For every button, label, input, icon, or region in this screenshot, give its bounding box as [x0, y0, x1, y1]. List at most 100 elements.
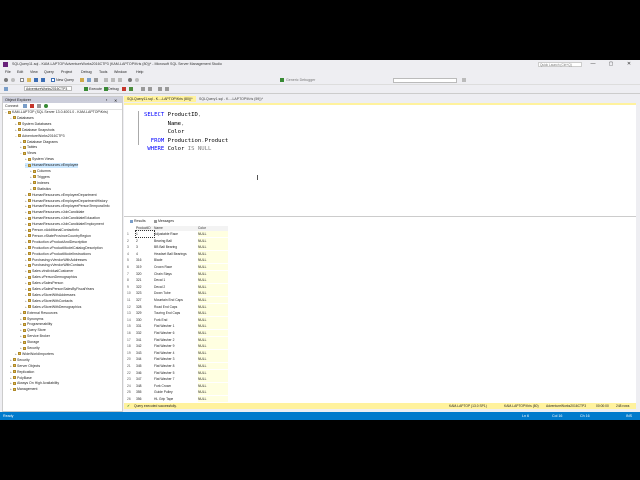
tree-node[interactable]: + Person.vAdditionalContactInfo: [25, 228, 79, 233]
row-number[interactable]: 8: [127, 277, 135, 283]
pin-icon[interactable]: ▪: [106, 98, 107, 102]
grid-cell[interactable]: Road End Caps: [154, 304, 198, 310]
results-grid-icon[interactable]: [141, 87, 145, 91]
grid-cell[interactable]: Mountain End Caps: [154, 297, 198, 303]
find-icon[interactable]: [462, 78, 466, 82]
tree-node[interactable]: + Triggers: [30, 175, 50, 180]
grid-cell[interactable]: NULL: [198, 389, 228, 396]
indent-icon[interactable]: [165, 87, 169, 91]
messages-tab[interactable]: Messages: [158, 219, 174, 224]
grid-cell[interactable]: 316: [136, 257, 154, 263]
grid-cell[interactable]: 355: [136, 389, 154, 395]
grid-cell[interactable]: 320: [136, 271, 154, 277]
row-number[interactable]: 15: [127, 323, 135, 329]
tree-node[interactable]: + Production.vProductModelCatalogDescript…: [25, 246, 103, 251]
grid-cell[interactable]: NULL: [198, 363, 228, 369]
grid-cell[interactable]: Decal 1: [154, 277, 198, 283]
grid-cell[interactable]: 331: [136, 323, 154, 329]
grid-cell[interactable]: NULL: [198, 237, 228, 244]
tree-node[interactable]: + Person.vStateProvinceCountryRegion: [25, 234, 91, 239]
results-tab[interactable]: Results: [134, 219, 146, 224]
grid-cell[interactable]: Down Tube: [154, 290, 198, 296]
grid-cell[interactable]: NULL: [198, 376, 228, 383]
query-editor[interactable]: SELECT ProductID, Name, Color FROM Produ…: [124, 103, 636, 216]
row-number[interactable]: 19: [127, 350, 135, 356]
tree-node[interactable]: + Columns: [30, 169, 51, 174]
tree-node[interactable]: + Purchasing.vVendorWithContacts: [25, 263, 84, 268]
grid-cell[interactable]: 344: [136, 356, 154, 362]
grid-cell[interactable]: NULL: [198, 250, 228, 257]
quick-launch-input[interactable]: Quick Launch (Ctrl+Q): [538, 62, 582, 67]
save-icon[interactable]: [34, 78, 38, 82]
menu-query[interactable]: Query: [44, 70, 54, 74]
grid-cell[interactable]: 321: [136, 277, 154, 283]
grid-cell[interactable]: NULL: [198, 382, 228, 389]
connect-button[interactable]: Connect: [5, 104, 18, 108]
grid-cell[interactable]: NULL: [198, 330, 228, 336]
parse-icon[interactable]: [129, 87, 133, 91]
grid-cell[interactable]: NULL: [198, 264, 228, 270]
row-number[interactable]: 12: [127, 304, 135, 310]
grid-cell[interactable]: NULL: [198, 316, 228, 323]
row-number[interactable]: 23: [127, 376, 135, 382]
tree-node[interactable]: + Query Store: [20, 328, 46, 333]
tree-node[interactable]: + Synonyms: [20, 317, 43, 322]
row-number[interactable]: 25: [127, 389, 135, 395]
menu-project[interactable]: Project: [61, 70, 72, 74]
grid-cell[interactable]: HL Grip Tape: [154, 396, 198, 402]
grid-cell[interactable]: 348: [136, 383, 154, 389]
refresh-icon[interactable]: [44, 104, 48, 108]
tree-node[interactable]: + WideWorldImporters: [15, 352, 54, 357]
tree-node[interactable]: + Replication: [10, 370, 34, 375]
grid-cell[interactable]: 3: [136, 244, 154, 250]
row-number[interactable]: 20: [127, 356, 135, 362]
grid-cell[interactable]: NULL: [198, 231, 228, 237]
tree-node[interactable]: + Sales.vIndividualCustomer: [25, 269, 73, 274]
grid-cell[interactable]: NULL: [198, 310, 228, 317]
grid-cell[interactable]: NULL: [198, 349, 228, 356]
stop-icon[interactable]: [122, 87, 126, 91]
row-number[interactable]: 2: [127, 238, 135, 244]
grid-cell[interactable]: NULL: [198, 369, 228, 376]
tree-node[interactable]: + Programmability: [20, 322, 52, 327]
tree-node[interactable]: + Purchasing.vVendorWithAddresses: [25, 258, 87, 263]
disconnect-icon[interactable]: [30, 104, 34, 108]
row-number[interactable]: 11: [127, 297, 135, 303]
row-number[interactable]: 18: [127, 343, 135, 349]
row-number[interactable]: 26: [127, 396, 135, 402]
query-type3-icon[interactable]: [94, 78, 98, 82]
grid-cell[interactable]: Flat Washer 8: [154, 363, 198, 369]
grid-cell[interactable]: NULL: [198, 303, 228, 310]
menu-help[interactable]: Help: [136, 70, 143, 74]
tree-node[interactable]: + Server Objects: [10, 364, 40, 369]
cut-icon[interactable]: [104, 78, 108, 82]
grid-cell[interactable]: NULL: [198, 244, 228, 251]
grid-cell[interactable]: 329: [136, 310, 154, 316]
tree-node[interactable]: + Sales.vPersonDemographics: [25, 275, 77, 280]
row-number[interactable]: 4: [127, 251, 135, 257]
grid-cell[interactable]: NULL: [198, 290, 228, 297]
debug-button[interactable]: Debug: [108, 87, 119, 91]
grid-cell[interactable]: NULL: [198, 297, 228, 303]
tree-node[interactable]: + System Views: [25, 157, 54, 162]
grid-cell[interactable]: Decal 2: [154, 284, 198, 290]
save-all-icon[interactable]: [41, 78, 45, 82]
new-query-button[interactable]: New Query: [56, 78, 74, 82]
grid-cell[interactable]: Crown Race: [154, 264, 198, 270]
start-icon[interactable]: [280, 78, 284, 82]
grid-cell[interactable]: Chain Stays: [154, 271, 198, 277]
grid-cell[interactable]: NULL: [198, 336, 228, 343]
tree-node[interactable]: + Sales.vStoreWithContacts: [25, 299, 73, 304]
tab-sqlquery11[interactable]: SQLQuery11.sql - K...-LAPTOP\Kris (80))*: [124, 96, 196, 102]
grid-cell[interactable]: NULL: [198, 343, 228, 350]
menu-debug[interactable]: Debug: [81, 70, 92, 74]
tree-node[interactable]: + HumanResources.vJobCandidateEducation: [25, 216, 100, 221]
grid-cell[interactable]: Flat Washer 6: [154, 330, 198, 336]
code-line[interactable]: Name,: [144, 120, 185, 128]
row-number[interactable]: 9: [127, 284, 135, 290]
row-number[interactable]: 24: [127, 383, 135, 389]
row-number[interactable]: 6: [127, 264, 135, 270]
grid-cell[interactable]: 323: [136, 290, 154, 296]
grid-cell[interactable]: 1: [135, 230, 155, 238]
tree-node[interactable]: + Always On High Availability: [10, 381, 59, 386]
